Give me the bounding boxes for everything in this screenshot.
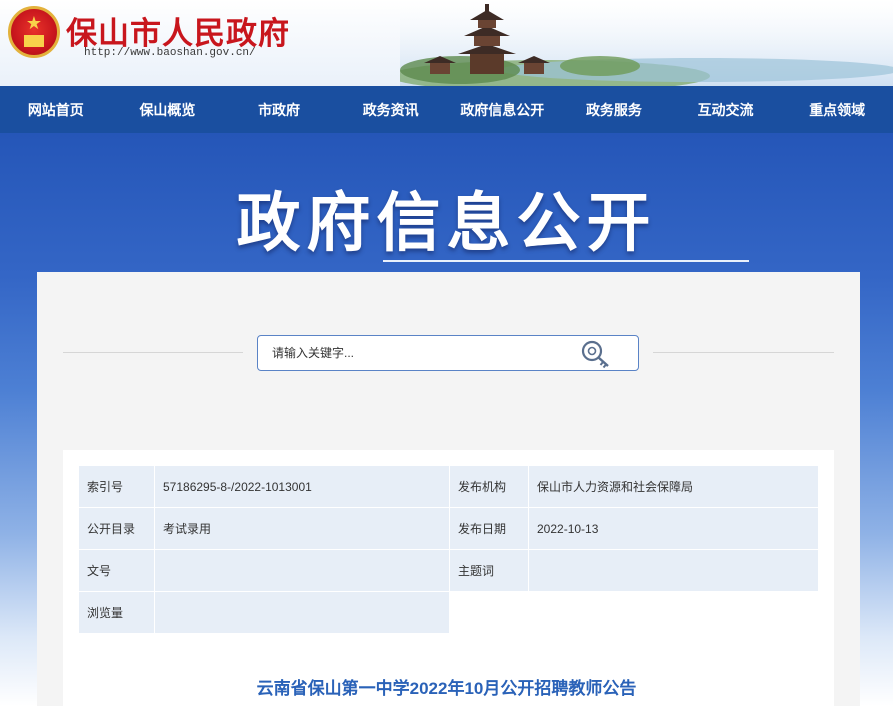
main-nav: 网站首页 保山概览 市政府 政务资讯 政府信息公开 政务服务 互动交流 重点领域	[0, 86, 893, 133]
pavilion-scenery-image	[400, 0, 893, 86]
document-title: 云南省保山第一中学2022年10月公开招聘教师公告	[256, 679, 637, 698]
nav-item-info-disclosure[interactable]: 政府信息公开	[447, 86, 559, 133]
catalog-value: 考试录用	[155, 508, 450, 550]
subject-value	[529, 550, 819, 592]
index-label: 索引号	[79, 466, 155, 508]
nav-item-services[interactable]: 政务服务	[558, 86, 670, 133]
nav-item-key-areas[interactable]: 重点领域	[781, 86, 893, 133]
site-url: http://www.baoshan.gov.cn/	[84, 47, 256, 59]
empty-cell	[529, 592, 819, 634]
nav-item-news[interactable]: 政务资讯	[335, 86, 447, 133]
search-divider-right	[653, 352, 834, 353]
table-row: 文号 主题词	[79, 550, 819, 592]
index-value: 57186295-8-/2022-1013001	[155, 466, 450, 508]
table-row: 索引号 57186295-8-/2022-1013001 发布机构 保山市人力资…	[79, 466, 819, 508]
document-meta-table: 索引号 57186295-8-/2022-1013001 发布机构 保山市人力资…	[79, 466, 819, 634]
table-row: 公开目录 考试录用 发布日期 2022-10-13	[79, 508, 819, 550]
table-row: 浏览量	[79, 592, 819, 634]
banner-underline	[383, 260, 749, 262]
nav-item-government[interactable]: 市政府	[223, 86, 335, 133]
nav-item-interaction[interactable]: 互动交流	[670, 86, 782, 133]
banner-title: 政府信息公开	[236, 187, 657, 261]
catalog-label: 公开目录	[79, 508, 155, 550]
search-box	[257, 335, 639, 371]
subject-label: 主题词	[450, 550, 529, 592]
publisher-value: 保山市人力资源和社会保障局	[529, 466, 819, 508]
empty-cell	[450, 592, 529, 634]
national-emblem-icon: ★	[8, 6, 60, 58]
search-input[interactable]	[272, 344, 572, 362]
search-key-icon[interactable]	[580, 339, 612, 369]
publisher-label: 发布机构	[450, 466, 529, 508]
nav-item-home[interactable]: 网站首页	[0, 86, 112, 133]
nav-item-overview[interactable]: 保山概览	[112, 86, 224, 133]
views-label: 浏览量	[79, 592, 155, 634]
docno-value	[155, 550, 450, 592]
site-header: ★ 保山市人民政府 http://www.baoshan.gov.cn/	[0, 0, 893, 86]
date-label: 发布日期	[450, 508, 529, 550]
date-value: 2022-10-13	[529, 508, 819, 550]
views-value	[155, 592, 450, 634]
search-divider-left	[63, 352, 243, 353]
docno-label: 文号	[79, 550, 155, 592]
